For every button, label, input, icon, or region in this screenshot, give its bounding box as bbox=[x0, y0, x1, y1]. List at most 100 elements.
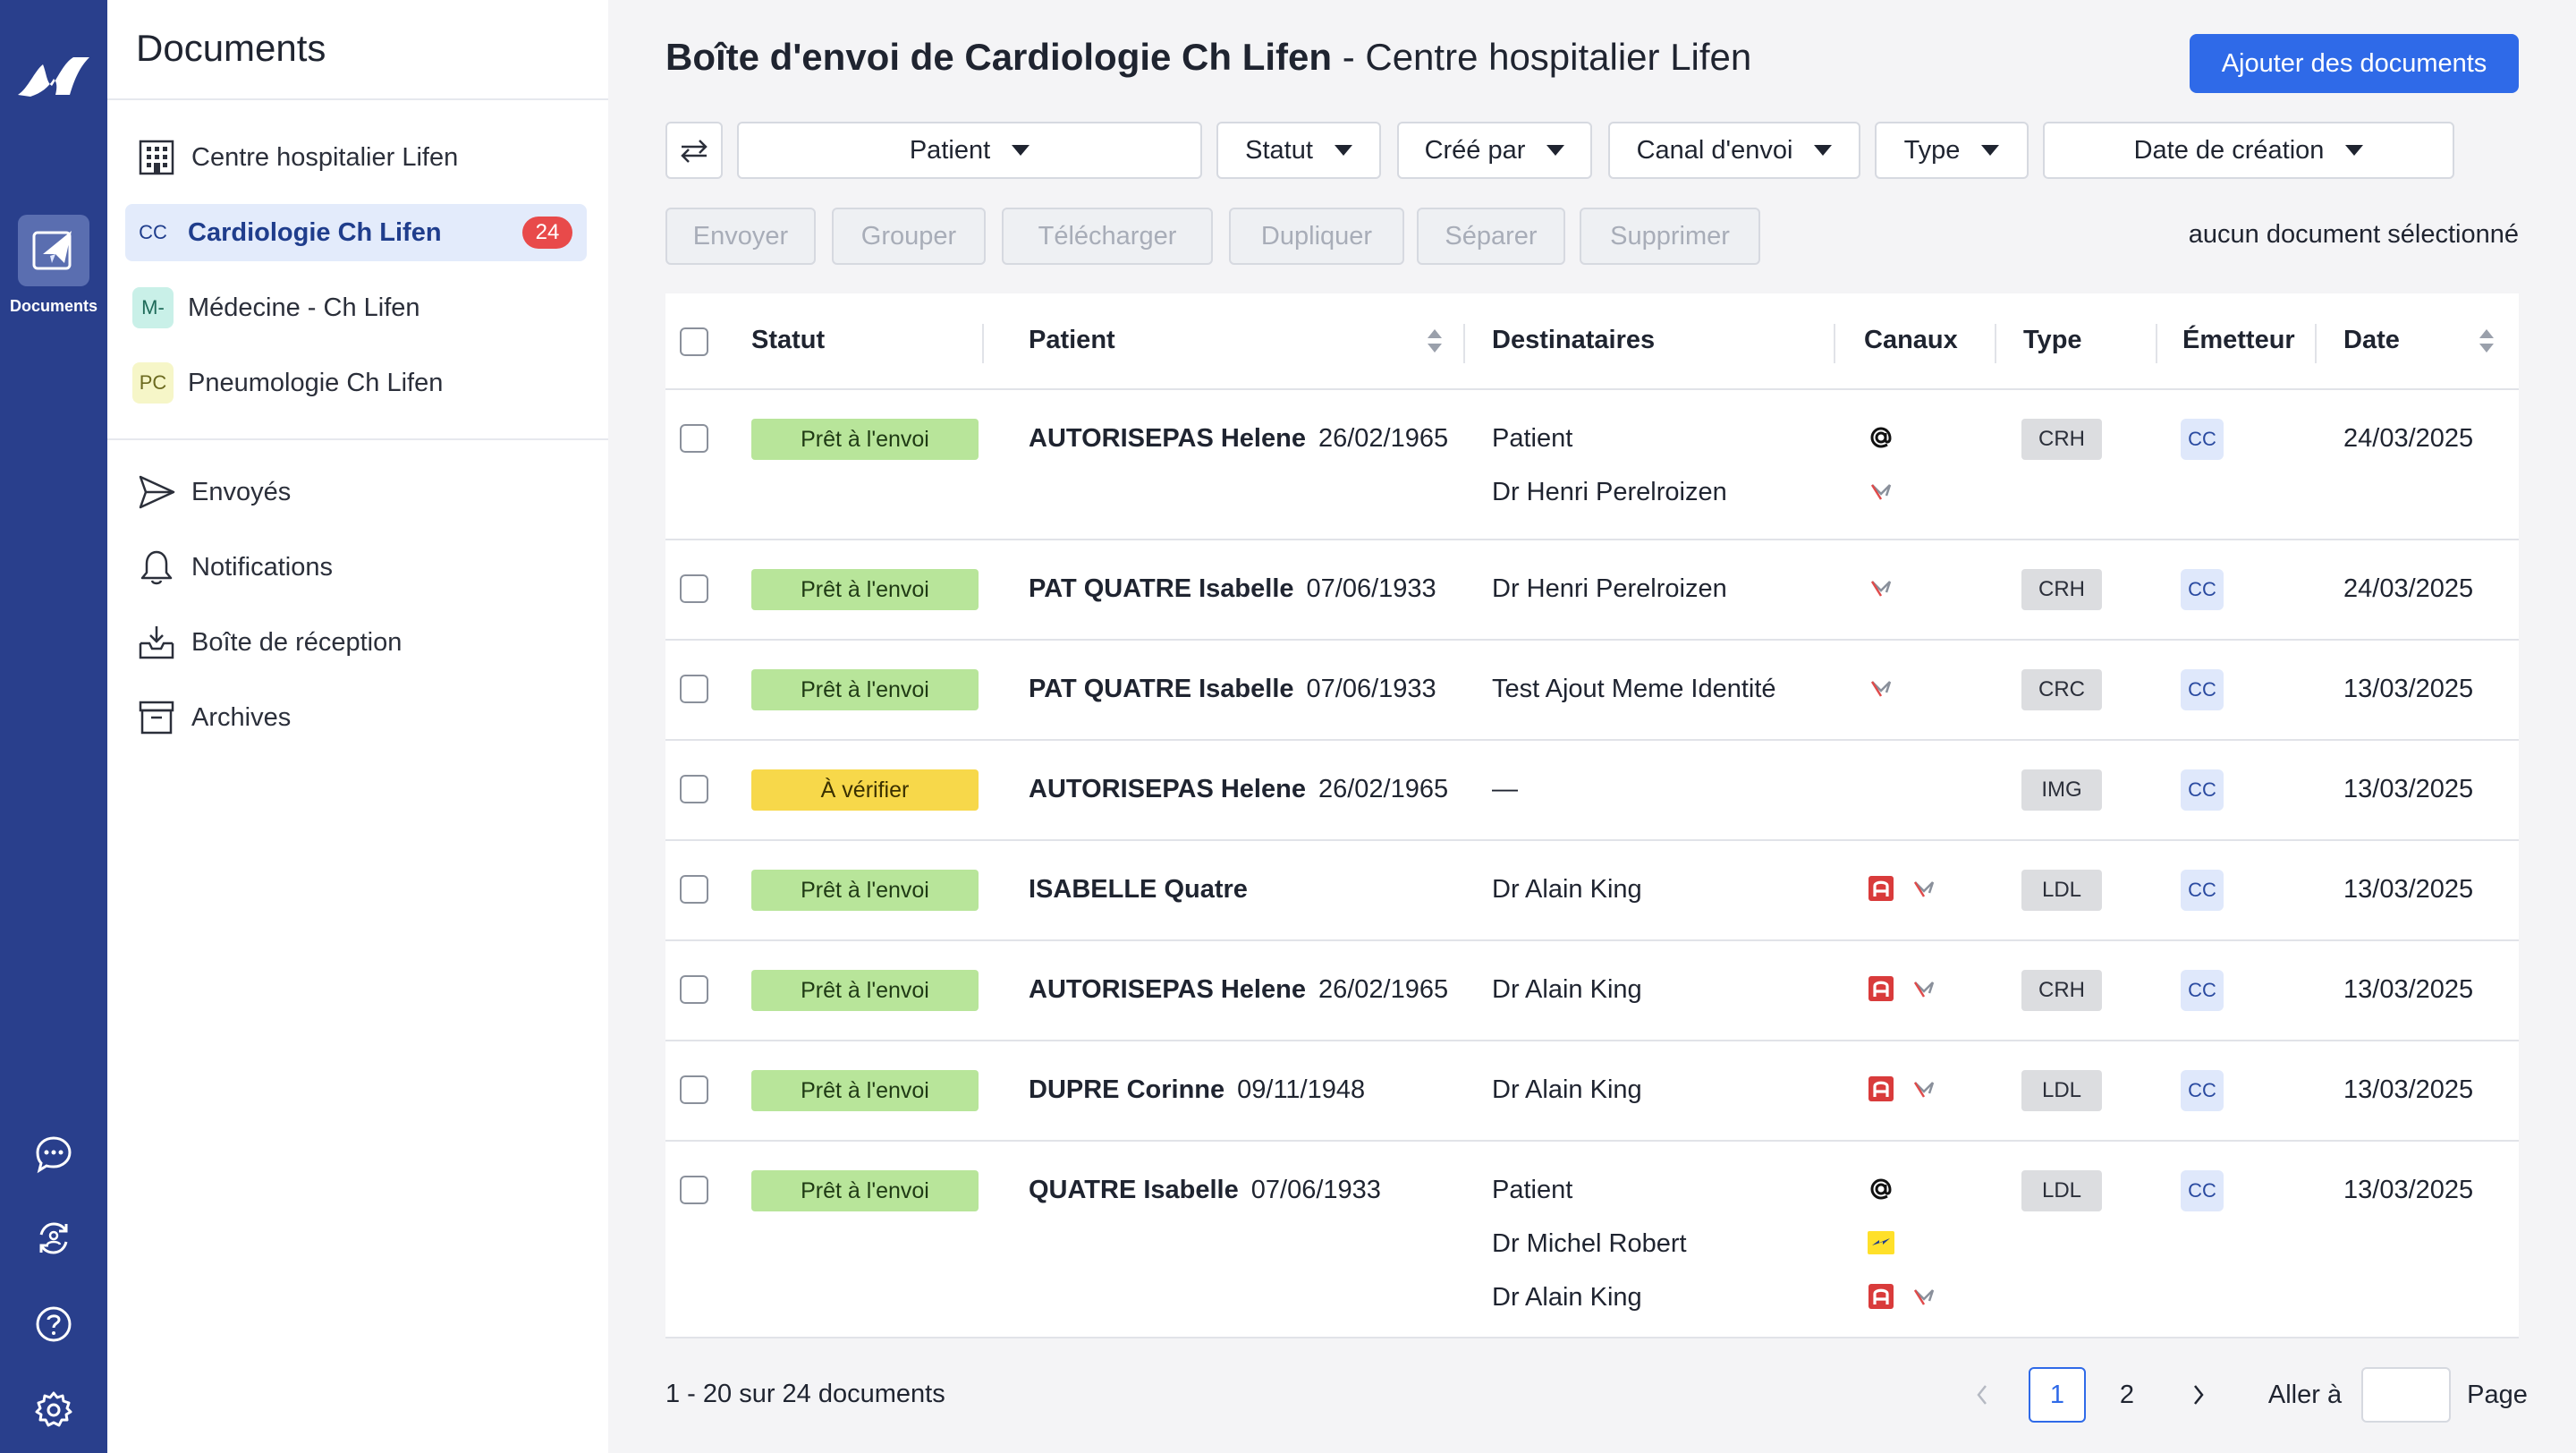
column-header-statut: Statut bbox=[751, 326, 826, 354]
page-label: Page bbox=[2467, 1380, 2528, 1409]
row-checkbox[interactable] bbox=[680, 424, 708, 453]
table-row[interactable]: Prêt à l'envoi QUATRE Isabelle 07/06/1933 P… bbox=[665, 1142, 2519, 1338]
column-header-patient[interactable]: Patient bbox=[1029, 326, 1115, 355]
table-row[interactable]: Prêt à l'envoi PAT QUATRE Isabelle 07/06/1… bbox=[665, 540, 2519, 641]
documents-nav-button[interactable] bbox=[18, 215, 89, 286]
row-checkbox[interactable] bbox=[680, 975, 708, 1004]
column-header-date[interactable]: Date bbox=[2343, 326, 2400, 355]
delete-button[interactable]: Supprimer bbox=[1580, 208, 1760, 265]
add-documents-button[interactable]: Ajouter des documents bbox=[2190, 34, 2519, 93]
prev-page-button[interactable] bbox=[1961, 1367, 2004, 1423]
sidebar-item-label: Centre hospitalier Lifen bbox=[191, 142, 459, 172]
patient-cell[interactable]: AUTORISEPAS Helene 26/02/1965 bbox=[1029, 424, 1448, 454]
table-row[interactable]: Prêt à l'envoi AUTORISEPAS Helene 26/02/19… bbox=[665, 390, 2519, 540]
email-at-icon bbox=[1868, 1176, 1894, 1202]
patient-cell[interactable]: AUTORISEPAS Helene 26/02/1965 bbox=[1029, 975, 1448, 1005]
filter-date-creation[interactable]: Date de création bbox=[2043, 122, 2454, 179]
caret-down-icon bbox=[2345, 145, 2364, 156]
filter-canal-envoi[interactable]: Canal d'envoi bbox=[1608, 122, 1860, 179]
page-2-button[interactable]: 2 bbox=[2098, 1367, 2156, 1423]
emitter-badge: CC bbox=[2181, 569, 2224, 610]
sort-icon[interactable] bbox=[1428, 329, 1442, 354]
patient-name: AUTORISEPAS Helene bbox=[1029, 975, 1306, 1004]
table-row[interactable]: Prêt à l'envoi ISABELLE Quatre Dr Alain Ki… bbox=[665, 841, 2519, 941]
patient-birthdate: 26/02/1965 bbox=[1318, 775, 1449, 803]
table-header: Statut Patient Destinataires Canaux Type… bbox=[665, 293, 2519, 390]
emitter-badge: CC bbox=[2181, 1170, 2224, 1211]
document-date: 24/03/2025 bbox=[2343, 424, 2474, 453]
row-checkbox[interactable] bbox=[680, 675, 708, 703]
filter-patient[interactable]: Patient bbox=[737, 122, 1202, 179]
group-button[interactable]: Grouper bbox=[832, 208, 986, 265]
send-button[interactable]: Envoyer bbox=[665, 208, 816, 265]
patient-cell[interactable]: PAT QUATRE Isabelle 07/06/1933 bbox=[1029, 574, 1436, 604]
sidebar-item-medecine[interactable]: M- Médecine - Ch Lifen bbox=[125, 279, 587, 336]
sidebar-title: Documents bbox=[136, 27, 326, 69]
sort-icon[interactable] bbox=[2479, 329, 2494, 354]
recipient: Dr Henri Perelroizen bbox=[1492, 574, 1727, 603]
row-checkbox[interactable] bbox=[680, 775, 708, 803]
filter-cree-par[interactable]: Créé par bbox=[1397, 122, 1592, 179]
filter-statut[interactable]: Statut bbox=[1216, 122, 1381, 179]
patient-cell[interactable]: DUPRE Corinne 09/11/1948 bbox=[1029, 1075, 1365, 1105]
row-checkbox[interactable] bbox=[680, 1176, 708, 1204]
column-header-destinataires: Destinataires bbox=[1492, 326, 1656, 354]
table-row[interactable]: Prêt à l'envoi AUTORISEPAS Helene 26/02/19… bbox=[665, 941, 2519, 1041]
column-header-emetteur: Émetteur bbox=[2182, 326, 2295, 354]
duplicate-button[interactable]: Dupliquer bbox=[1229, 208, 1404, 265]
refresh-button[interactable] bbox=[665, 122, 723, 179]
patient-name: PAT QUATRE Isabelle bbox=[1029, 574, 1294, 603]
next-page-button[interactable] bbox=[2177, 1367, 2220, 1423]
page-1-button[interactable]: 1 bbox=[2029, 1367, 2086, 1423]
table-row[interactable]: Prêt à l'envoi PAT QUATRE Isabelle 07/06/1… bbox=[665, 641, 2519, 741]
sync-user-icon[interactable] bbox=[32, 1217, 75, 1260]
recipient: Dr Alain King bbox=[1492, 1075, 1642, 1104]
select-all-checkbox[interactable] bbox=[680, 327, 708, 356]
caret-down-icon bbox=[1546, 145, 1565, 156]
row-checkbox[interactable] bbox=[680, 574, 708, 603]
patient-birthdate: 09/11/1948 bbox=[1237, 1075, 1366, 1104]
patient-cell[interactable]: ISABELLE Quatre bbox=[1029, 875, 1248, 905]
sidebar-item-org[interactable]: Centre hospitalier Lifen bbox=[125, 129, 587, 186]
caret-down-icon bbox=[1012, 145, 1030, 156]
sidebar-item-archives[interactable]: Archives bbox=[125, 689, 587, 746]
table-row[interactable]: Prêt à l'envoi DUPRE Corinne 09/11/1948 Dr … bbox=[665, 1041, 2519, 1142]
patient-name: AUTORISEPAS Helene bbox=[1029, 775, 1306, 803]
service-abbr: PC bbox=[132, 362, 174, 404]
document-type-badge: CRH bbox=[2021, 970, 2102, 1011]
apicrypt-icon bbox=[1868, 975, 1894, 1002]
settings-gear-icon[interactable] bbox=[32, 1389, 75, 1432]
count-badge: 24 bbox=[522, 217, 572, 249]
help-icon[interactable] bbox=[32, 1303, 75, 1346]
row-checkbox[interactable] bbox=[680, 1075, 708, 1104]
sidebar-item-notifications[interactable]: Notifications bbox=[125, 539, 587, 596]
sidebar-item-envoyes[interactable]: Envoyés bbox=[125, 463, 587, 521]
sidebar-divider bbox=[107, 438, 608, 440]
selection-info: aucun document sélectionné bbox=[2188, 220, 2519, 249]
sidebar-item-cardiologie[interactable]: CC Cardiologie Ch Lifen 24 bbox=[125, 204, 587, 261]
document-date: 13/03/2025 bbox=[2343, 1075, 2474, 1104]
split-button[interactable]: Séparer bbox=[1417, 208, 1565, 265]
document-type-badge: LDL bbox=[2021, 870, 2102, 911]
sidebar-item-inbox[interactable]: Boîte de réception bbox=[125, 614, 587, 671]
emitter-badge: CC bbox=[2181, 419, 2224, 460]
filter-type[interactable]: Type bbox=[1875, 122, 2029, 179]
patient-cell[interactable]: PAT QUATRE Isabelle 07/06/1933 bbox=[1029, 675, 1436, 704]
goto-label: Aller à bbox=[2267, 1380, 2343, 1409]
emitter-badge: CC bbox=[2181, 1070, 2224, 1111]
sidebar-item-label: Boîte de réception bbox=[191, 627, 402, 657]
document-date: 13/03/2025 bbox=[2343, 775, 2474, 803]
lifen-logo-icon[interactable] bbox=[16, 52, 91, 102]
apicrypt-icon bbox=[1868, 1075, 1894, 1102]
download-button[interactable]: Télécharger bbox=[1002, 208, 1213, 265]
chat-icon[interactable] bbox=[32, 1133, 75, 1176]
row-checkbox[interactable] bbox=[680, 875, 708, 904]
recipient: Patient bbox=[1492, 424, 1573, 453]
patient-cell[interactable]: QUATRE Isabelle 07/06/1933 bbox=[1029, 1176, 1381, 1205]
table-row[interactable]: À vérifier AUTORISEPAS Helene 26/02/1965 — I… bbox=[665, 741, 2519, 841]
recipient: Dr Alain King bbox=[1492, 1283, 1642, 1312]
goto-page-input[interactable] bbox=[2361, 1367, 2451, 1423]
patient-cell[interactable]: AUTORISEPAS Helene 26/02/1965 bbox=[1029, 775, 1448, 804]
building-icon bbox=[136, 137, 177, 178]
sidebar-item-pneumologie[interactable]: PC Pneumologie Ch Lifen bbox=[125, 354, 587, 412]
